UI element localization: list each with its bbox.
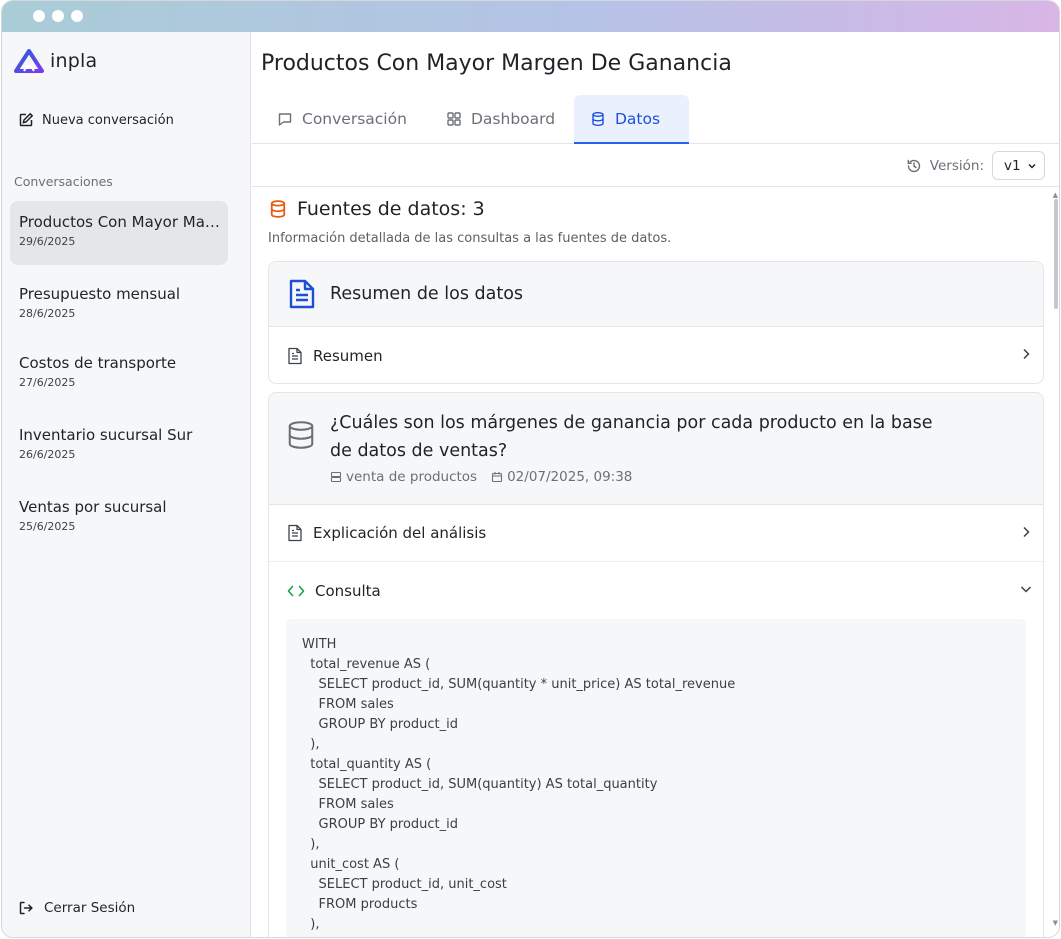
- summary-row-label: Resumen: [313, 346, 383, 365]
- database-icon: [270, 200, 286, 218]
- conversation-title: Ventas por sucursal: [19, 498, 167, 516]
- tab-conversation[interactable]: Conversación: [261, 95, 423, 143]
- app-name: inpla: [50, 50, 98, 72]
- version-label: Versión:: [906, 158, 984, 174]
- summary-title: Resumen de los datos: [330, 284, 524, 304]
- document-icon: [289, 279, 315, 309]
- conversation-item[interactable]: Presupuesto mensual 28/6/2025: [10, 273, 228, 337]
- chevron-right-icon: [1023, 526, 1030, 538]
- version-label-text: Versión:: [929, 158, 984, 174]
- sql-code-block[interactable]: WITH total_revenue AS ( SELECT product_i…: [286, 619, 1026, 937]
- data-content: Fuentes de datos: 3 Información detallad…: [252, 188, 1052, 937]
- scrollbar-thumb[interactable]: [1054, 199, 1058, 309]
- query-source-text: venta de productos: [346, 469, 478, 485]
- summary-card: Resumen de los datos Resumen: [268, 261, 1044, 384]
- app-logo[interactable]: inpla: [14, 49, 97, 73]
- conversation-date: 25/6/2025: [19, 520, 76, 533]
- sources-title: Fuentes de datos: 3: [297, 198, 485, 220]
- logo-icon: [14, 49, 44, 73]
- chevron-down-icon: [1028, 163, 1036, 169]
- chevron-right-icon: [1023, 348, 1030, 360]
- query-card: ¿Cuáles son los márgenes de ganancia por…: [268, 392, 1044, 937]
- message-icon: [278, 113, 292, 126]
- window-dot-close[interactable]: [33, 10, 45, 22]
- new-conversation-button[interactable]: Nueva conversación: [18, 112, 174, 128]
- main-panel: Productos Con Mayor Margen De Ganancia C…: [252, 32, 1059, 937]
- conversation-item[interactable]: Inventario sucursal Sur 26/6/2025: [10, 414, 228, 478]
- logout-label: Cerrar Sesión: [44, 900, 136, 916]
- app-window: inpla Nueva conversación Conversaciones …: [1, 0, 1060, 938]
- database-icon: [288, 421, 314, 449]
- query-datetime-text: 02/07/2025, 09:38: [507, 469, 633, 485]
- file-text-icon: [288, 524, 302, 542]
- file-text-icon: [288, 347, 302, 364]
- server-icon: [330, 471, 342, 483]
- grid-icon: [447, 112, 461, 126]
- database-icon: [592, 111, 604, 126]
- window-dot-maximize[interactable]: [71, 10, 83, 22]
- title-bar: [2, 1, 1059, 32]
- history-icon: [907, 159, 920, 173]
- analysis-explanation-row[interactable]: Explicación del análisis: [269, 505, 1043, 562]
- tab-datos[interactable]: Datos: [574, 95, 689, 144]
- calendar-icon: [492, 472, 503, 483]
- conversation-title: Inventario sucursal Sur: [19, 426, 193, 444]
- tab-dashboard[interactable]: Dashboard: [430, 95, 571, 143]
- edit-icon: [19, 112, 34, 127]
- window-dot-minimize[interactable]: [52, 10, 64, 22]
- conversation-date: 27/6/2025: [19, 376, 76, 389]
- version-select[interactable]: v1: [992, 151, 1045, 180]
- logout-button[interactable]: Cerrar Sesión: [18, 900, 135, 916]
- version-bar: Versión: v1: [252, 144, 1059, 187]
- summary-row[interactable]: Resumen: [269, 327, 1043, 383]
- query-source: venta de productos: [330, 469, 477, 485]
- version-value: v1: [1004, 157, 1021, 174]
- scroll-down-arrow[interactable]: ▼: [1053, 919, 1058, 927]
- tab-bar: Conversación Dashboard Datos: [252, 95, 1059, 144]
- query-meta: venta de productos 02/07/2025, 09:38: [330, 469, 646, 485]
- conversation-title: Costos de transporte: [19, 354, 177, 372]
- tab-label: Dashboard: [471, 110, 556, 128]
- conversation-title: Presupuesto mensual: [19, 285, 181, 303]
- code-icon: [287, 585, 305, 596]
- page-title: Productos Con Mayor Margen De Ganancia: [261, 51, 732, 76]
- conversation-date: 29/6/2025: [19, 235, 76, 248]
- conversation-date: 28/6/2025: [19, 307, 76, 320]
- conversation-item[interactable]: Costos de transporte 27/6/2025: [10, 342, 228, 406]
- scroll-up-arrow[interactable]: ▲: [1053, 191, 1058, 199]
- query-row-label: Consulta: [315, 581, 381, 600]
- chevron-down-icon: [1020, 586, 1032, 593]
- query-card-header: ¿Cuáles son los márgenes de ganancia por…: [269, 393, 1043, 505]
- sidebar: inpla Nueva conversación Conversaciones …: [2, 32, 251, 937]
- analysis-row-label: Explicación del análisis: [313, 524, 487, 542]
- sources-header: Fuentes de datos: 3: [268, 198, 485, 220]
- tab-label: Datos: [615, 109, 661, 128]
- query-datetime: 02/07/2025, 09:38: [491, 469, 632, 485]
- query-question: ¿Cuáles son los márgenes de ganancia por…: [330, 413, 933, 461]
- sources-subtitle: Información detallada de las consultas a…: [268, 231, 672, 246]
- summary-card-header: Resumen de los datos: [269, 262, 1043, 327]
- conversation-item-active[interactable]: Productos Con Mayor Margen De Ganancia 2…: [10, 201, 228, 265]
- new-conversation-label: Nueva conversación: [42, 112, 174, 128]
- conversations-heading: Conversaciones: [14, 174, 113, 189]
- tab-label: Conversación: [302, 110, 407, 128]
- query-row[interactable]: Consulta: [269, 562, 1043, 619]
- logout-icon: [19, 901, 33, 915]
- conversation-date: 26/6/2025: [19, 448, 76, 461]
- conversation-title: Productos Con Mayor Margen De Ganancia: [19, 213, 220, 231]
- conversation-item[interactable]: Ventas por sucursal 25/6/2025: [10, 486, 228, 550]
